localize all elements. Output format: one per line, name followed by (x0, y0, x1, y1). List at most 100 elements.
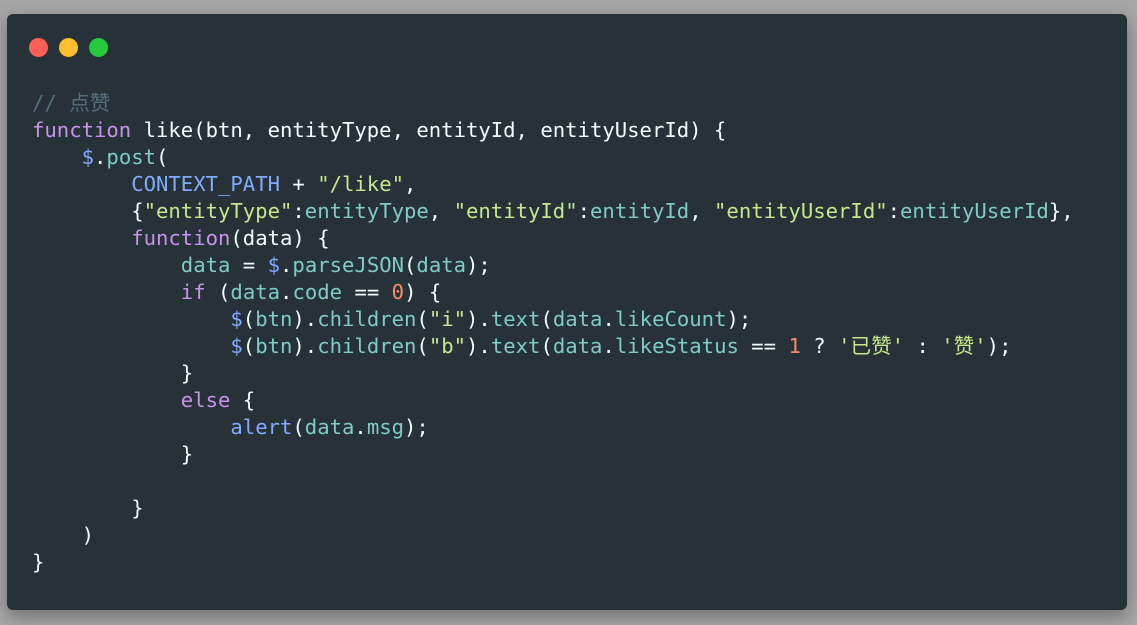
code-token-plain: ). (466, 307, 491, 331)
code-token-plain: , (689, 199, 715, 223)
code-token-fn: $ (230, 307, 243, 331)
code-token-prop: entityId (590, 199, 690, 223)
code-token-const: CONTEXT_PATH (131, 172, 280, 196)
code-token-prop: data (304, 415, 355, 439)
code-token-string: '赞' (941, 334, 987, 358)
code-line: alert(data.msg); (32, 414, 1074, 441)
code-token-plain: = (230, 253, 268, 277)
code-line: } (32, 549, 1074, 576)
code-token-plain: ( (416, 307, 429, 331)
code-line: $(btn).children("b").text(data.likeStatu… (32, 333, 1074, 360)
code-token-plain: , (404, 172, 417, 196)
code-line: } (32, 441, 1074, 468)
code-token-string: "entityUserId" (714, 199, 888, 223)
code-token-prop: btn (255, 334, 293, 358)
code-token-plain: ( (404, 253, 417, 277)
code-token-plain: . (280, 253, 293, 277)
code-token-plain: } (32, 442, 194, 466)
code-token-plain: ); (466, 253, 491, 277)
code-token-prop: likeCount (614, 307, 727, 331)
code-token-prop: children (317, 307, 417, 331)
code-token-plain: : (292, 199, 305, 223)
code-token-plain: } (32, 361, 194, 385)
code-token-plain: . (354, 415, 367, 439)
code-token-plain: ( (416, 334, 429, 358)
code-token-string: "/like" (317, 172, 404, 196)
code-token-plain: ( (540, 307, 553, 331)
code-token-plain: ? (800, 334, 839, 358)
code-token-plain: ); (404, 415, 429, 439)
code-token-keyword: if (180, 280, 206, 304)
code-token-prop: btn (255, 307, 293, 331)
code-token-string: "b" (428, 334, 467, 358)
code-token-plain: ( (292, 415, 305, 439)
code-token-plain: ). (292, 334, 318, 358)
code-line: function(data) { (32, 225, 1074, 252)
code-token-plain: ). (466, 334, 491, 358)
code-token-fn: $ (230, 334, 243, 358)
code-token-number: 1 (788, 334, 801, 358)
code-token-plain: == (738, 334, 789, 358)
code-token-plain: . (602, 334, 615, 358)
code-token-plain: : (577, 199, 591, 223)
code-window: // 点赞 function like(btn, entityType, enti… (7, 14, 1127, 610)
code-token-plain: { (230, 388, 256, 412)
code-token-plain: == (342, 280, 392, 304)
code-token-plain: ). (292, 307, 318, 331)
code-line: {"entityType":entityType, "entityId":ent… (32, 198, 1074, 225)
code-token-prop: code (292, 280, 343, 304)
code-token-fn: alert (230, 415, 293, 439)
code-token-plain: like(btn, entityType, entityId, entityUs… (131, 118, 727, 142)
code-line: ​ (32, 468, 1074, 495)
code-token-plain: ( (156, 145, 169, 169)
code-token-string: "i" (428, 307, 467, 331)
code-token-plain: ); (986, 334, 1012, 358)
code-token-plain: + (280, 172, 318, 196)
maximize-dot-icon[interactable] (89, 38, 108, 57)
code-token-plain: , (428, 199, 454, 223)
code-line: } (32, 495, 1074, 522)
code-token-plain: ) { (404, 280, 442, 304)
minimize-dot-icon[interactable] (59, 38, 78, 57)
code-token-plain: : (904, 334, 942, 358)
code-token-prop: data (180, 253, 231, 277)
code-line: if (data.code == 0) { (32, 279, 1074, 306)
code-token-fn: $ (267, 253, 281, 277)
code-token-plain: ( (205, 280, 231, 304)
code-token-plain: . (602, 307, 615, 331)
code-token-plain: { (32, 199, 144, 223)
code-token-plain: . (94, 145, 107, 169)
code-token-comment: // 点赞 (32, 91, 111, 115)
code-token-plain: } (32, 496, 144, 520)
code-token-plain: }, (1048, 199, 1074, 223)
code-line: ) (32, 522, 1074, 549)
code-token-plain: } (32, 550, 45, 574)
code-token-plain: : (887, 199, 901, 223)
code-token-plain: (data) { (230, 226, 330, 250)
code-line: $(btn).children("i").text(data.likeCount… (32, 306, 1074, 333)
code-token-plain: ( (242, 334, 256, 358)
code-token-prop: parseJSON (292, 253, 405, 277)
code-line: function like(btn, entityType, entityId,… (32, 117, 1074, 144)
code-token-prop: text (490, 334, 541, 358)
code-token-number: 0 (391, 280, 405, 304)
code-token-string: '已赞' (838, 334, 905, 358)
code-token-string: "entityType" (143, 199, 293, 223)
code-token-plain: ); (726, 307, 752, 331)
code-token-keyword: function (131, 226, 231, 250)
code-token-prop: children (317, 334, 417, 358)
code-token-prop: data (552, 334, 603, 358)
code-token-plain: ( (540, 334, 553, 358)
code-token-prop: post (106, 145, 157, 169)
close-dot-icon[interactable] (29, 38, 48, 57)
code-token-prop: msg (366, 415, 405, 439)
code-token-plain: ( (242, 307, 256, 331)
code-token-prop: likeStatus (614, 334, 739, 358)
code-token-prop: data (416, 253, 467, 277)
